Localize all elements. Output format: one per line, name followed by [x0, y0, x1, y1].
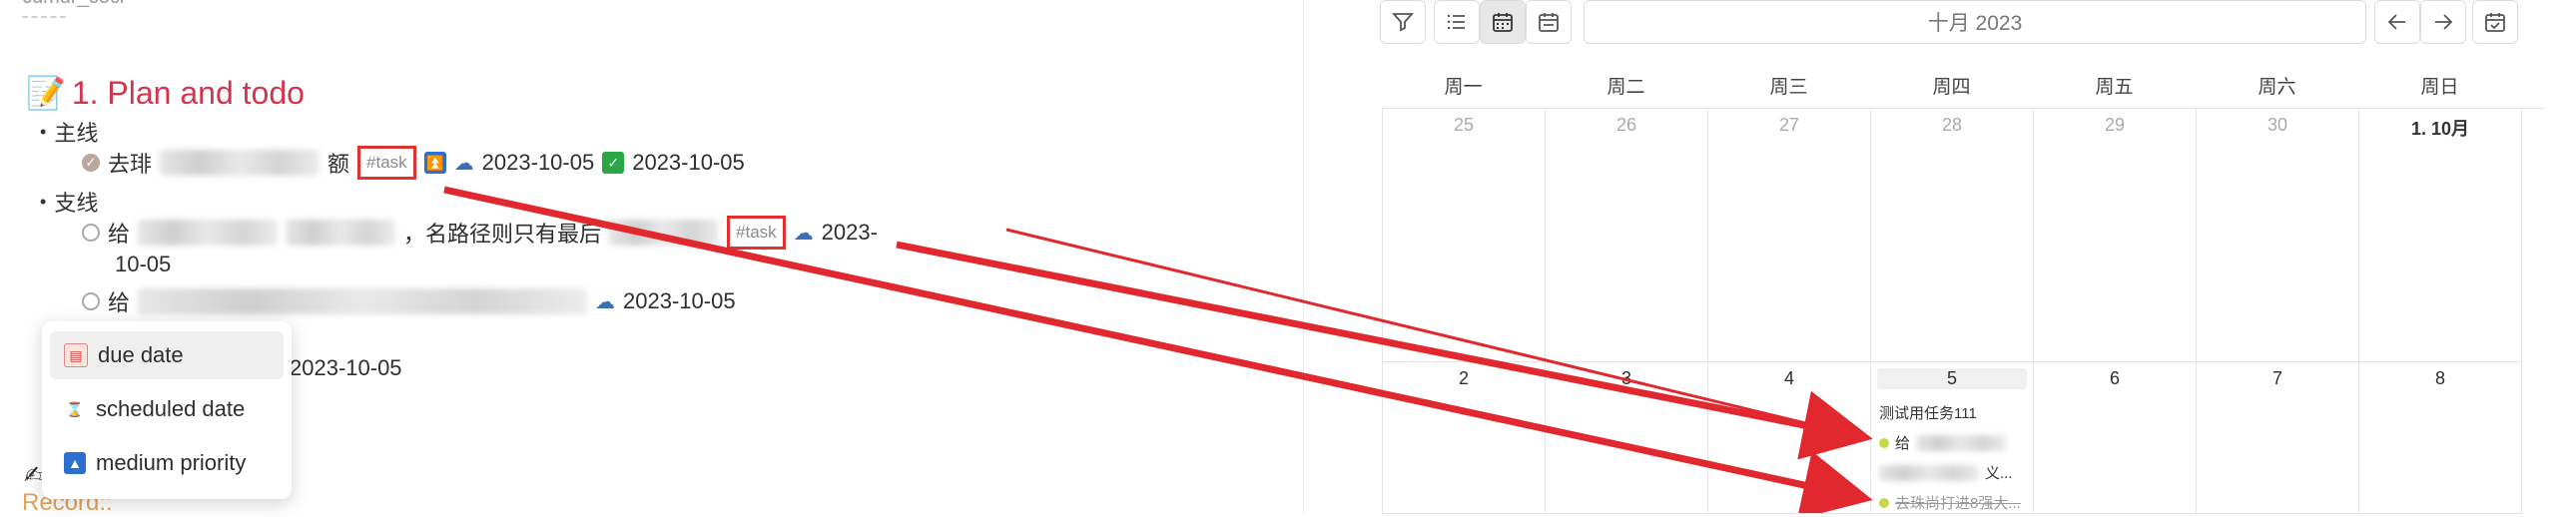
annotation-arrow: [896, 241, 1873, 460]
annotation-arrow: [443, 186, 1873, 513]
annotation-arrows: [443, 186, 1873, 513]
